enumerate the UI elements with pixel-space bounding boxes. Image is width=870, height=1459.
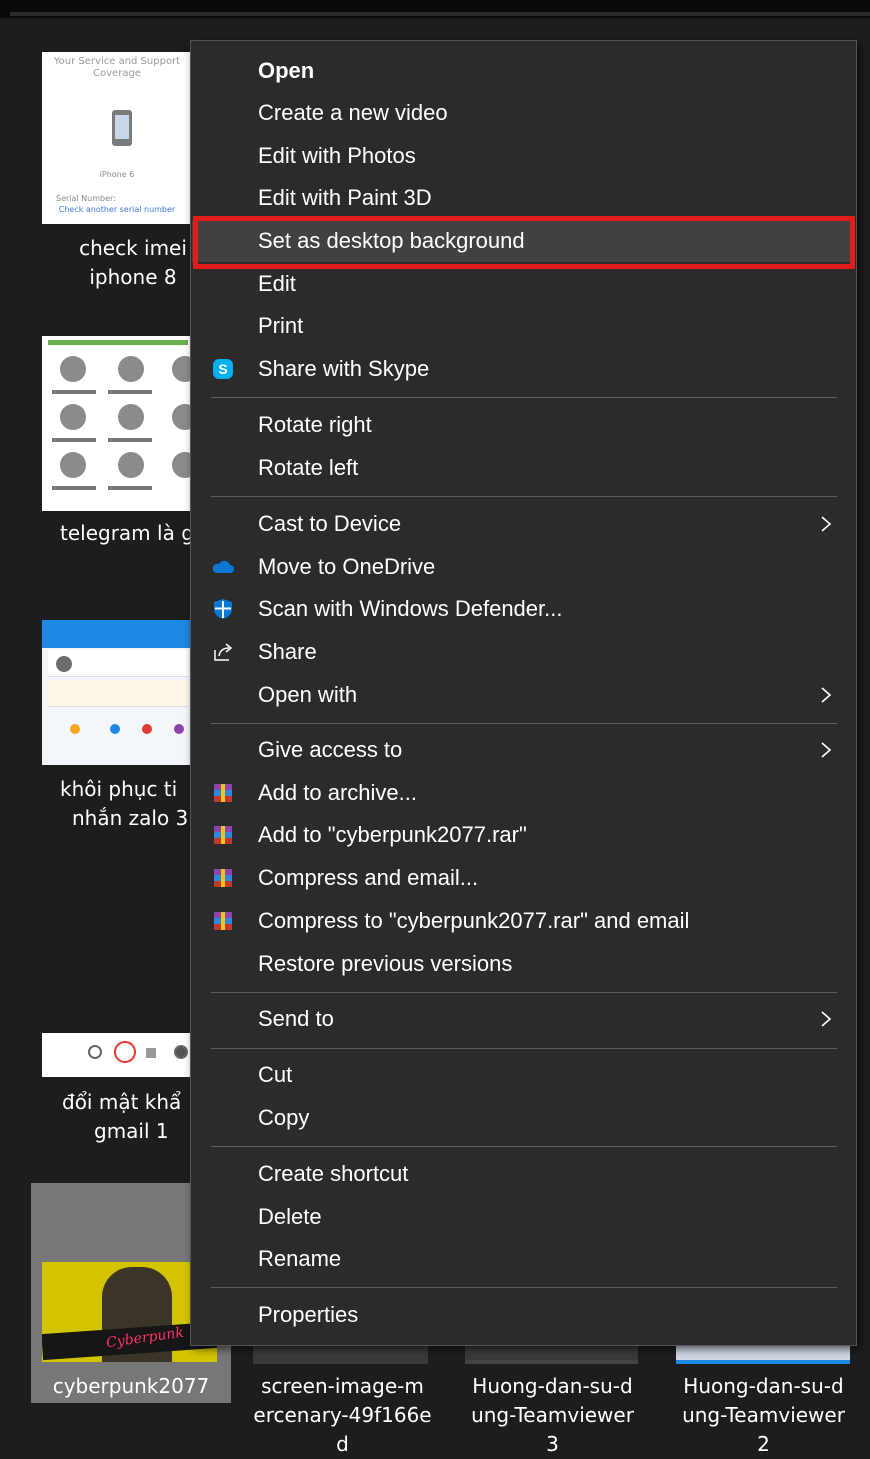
context-menu: Open Create a new video Edit with Photos… bbox=[190, 40, 857, 1346]
menu-item-label: Compress and email... bbox=[258, 865, 479, 890]
menu-item-label: Delete bbox=[258, 1204, 322, 1229]
thumbnail-phone-name: iPhone 6 bbox=[99, 170, 135, 179]
menu-item-restore-previous-versions[interactable]: Restore previous versions bbox=[192, 943, 855, 985]
menu-item-share-with-skype[interactable]: S Share with Skype bbox=[192, 348, 855, 390]
menu-item-label: Cut bbox=[258, 1062, 293, 1087]
chevron-right-icon bbox=[821, 687, 832, 703]
menu-item-label: Open bbox=[258, 58, 315, 83]
menu-item-rename[interactable]: Rename bbox=[192, 1238, 855, 1280]
thumbnail-check-link: Check another serial number bbox=[58, 205, 176, 214]
file-label[interactable]: Huong-dan-su-d ung-Teamviewer 2 bbox=[666, 1372, 861, 1459]
windows-defender-shield-icon bbox=[214, 599, 232, 619]
menu-item-label: Add to "cyberpunk2077.rar" bbox=[258, 822, 527, 847]
menu-item-label: Create a new video bbox=[258, 100, 448, 125]
menu-item-edit-with-photos[interactable]: Edit with Photos bbox=[192, 135, 855, 177]
menu-item-label: Compress to "cyberpunk2077.rar" and emai… bbox=[258, 908, 690, 933]
skype-icon: S bbox=[213, 359, 233, 379]
menu-separator bbox=[211, 723, 837, 724]
menu-item-rotate-right[interactable]: Rotate right bbox=[192, 404, 855, 446]
menu-item-label: Rename bbox=[258, 1246, 342, 1271]
menu-item-label: Properties bbox=[258, 1302, 359, 1327]
winrar-icon bbox=[214, 784, 232, 802]
thumbnail-serial: Serial Number: bbox=[56, 194, 116, 203]
menu-item-label: Rotate right bbox=[258, 412, 372, 437]
file-label[interactable]: Huong-dan-su-d ung-Teamviewer 3 bbox=[455, 1372, 650, 1459]
file-thumbnail-gmail[interactable] bbox=[42, 1033, 192, 1077]
menu-item-label: Open with bbox=[258, 682, 358, 707]
menu-item-label: Cast to Device bbox=[258, 511, 402, 536]
menu-item-label: Set as desktop background bbox=[258, 228, 525, 253]
menu-item-compress-to-rar-and-email[interactable]: Compress to "cyberpunk2077.rar" and emai… bbox=[192, 900, 855, 942]
menu-item-add-to-rar[interactable]: Add to "cyberpunk2077.rar" bbox=[192, 814, 855, 856]
winrar-icon bbox=[214, 912, 232, 930]
menu-item-copy[interactable]: Copy bbox=[192, 1097, 855, 1139]
menu-item-properties[interactable]: Properties bbox=[192, 1294, 855, 1336]
menu-separator bbox=[211, 496, 837, 497]
menu-item-set-as-desktop-background[interactable]: Set as desktop background bbox=[192, 220, 855, 262]
file-label[interactable]: check imei iphone 8 bbox=[58, 234, 208, 292]
chevron-right-icon bbox=[821, 516, 832, 532]
menu-item-label: Edit with Photos bbox=[258, 143, 416, 168]
file-label[interactable]: telegram là g bbox=[60, 519, 200, 548]
file-thumbnail-check-imei[interactable]: Your Service and Support Coverage iPhone… bbox=[42, 52, 192, 224]
menu-item-share[interactable]: Share bbox=[192, 631, 855, 673]
menu-item-label: Print bbox=[258, 313, 304, 338]
menu-item-move-to-onedrive[interactable]: Move to OneDrive bbox=[192, 546, 855, 588]
menu-item-compress-and-email[interactable]: Compress and email... bbox=[192, 857, 855, 899]
menu-item-cut[interactable]: Cut bbox=[192, 1054, 855, 1096]
menu-item-add-to-archive[interactable]: Add to archive... bbox=[192, 772, 855, 814]
menu-item-create-shortcut[interactable]: Create shortcut bbox=[192, 1153, 855, 1195]
menu-item-create-new-video[interactable]: Create a new video bbox=[192, 92, 855, 134]
menu-item-label: Copy bbox=[258, 1105, 310, 1130]
winrar-icon bbox=[214, 869, 232, 887]
menu-item-edit-with-paint-3d[interactable]: Edit with Paint 3D bbox=[192, 177, 855, 219]
menu-item-edit[interactable]: Edit bbox=[192, 263, 855, 305]
share-icon bbox=[214, 643, 233, 661]
menu-item-label: Give access to bbox=[258, 737, 403, 762]
menu-separator bbox=[211, 1146, 837, 1147]
thumbnail-caption: Your Service and Support Coverage bbox=[53, 56, 181, 79]
menu-item-label: Scan with Windows Defender... bbox=[258, 596, 563, 621]
menu-item-open[interactable]: Open bbox=[192, 50, 855, 92]
menu-separator bbox=[211, 1048, 837, 1049]
menu-separator bbox=[211, 1287, 837, 1288]
menu-item-open-with[interactable]: Open with bbox=[192, 674, 855, 716]
file-label[interactable]: đổi mật khẩ gmail 1 bbox=[62, 1088, 202, 1146]
top-bar bbox=[0, 0, 870, 18]
menu-item-label: Move to OneDrive bbox=[258, 554, 436, 579]
onedrive-cloud-icon bbox=[212, 560, 234, 573]
menu-item-rotate-left[interactable]: Rotate left bbox=[192, 447, 855, 489]
file-label[interactable]: cyberpunk2077 bbox=[31, 1372, 231, 1401]
menu-item-give-access-to[interactable]: Give access to bbox=[192, 729, 855, 771]
menu-item-scan-with-windows-defender[interactable]: Scan with Windows Defender... bbox=[192, 588, 855, 630]
menu-item-label: Share with Skype bbox=[258, 356, 430, 381]
menu-item-label: Share bbox=[258, 639, 317, 664]
file-thumbnail-zalo[interactable] bbox=[42, 620, 192, 765]
file-label[interactable]: screen-image-m ercenary-49f166e d bbox=[245, 1372, 440, 1459]
menu-item-delete[interactable]: Delete bbox=[192, 1196, 855, 1238]
menu-separator bbox=[211, 397, 837, 398]
winrar-icon bbox=[214, 826, 232, 844]
file-thumbnail-telegram[interactable] bbox=[42, 336, 192, 511]
menu-item-label: Rotate left bbox=[258, 455, 359, 480]
menu-item-label: Create shortcut bbox=[258, 1161, 409, 1186]
menu-item-label: Restore previous versions bbox=[258, 951, 513, 976]
iphone-image bbox=[112, 110, 132, 146]
menu-item-label: Edit bbox=[258, 271, 296, 296]
menu-separator bbox=[211, 992, 837, 993]
menu-item-label: Add to archive... bbox=[258, 780, 417, 805]
chevron-right-icon bbox=[821, 742, 832, 758]
menu-item-print[interactable]: Print bbox=[192, 305, 855, 347]
menu-item-label: Send to bbox=[258, 1006, 334, 1031]
chevron-right-icon bbox=[821, 1011, 832, 1027]
svg-text:S: S bbox=[218, 361, 227, 377]
menu-item-label: Edit with Paint 3D bbox=[258, 185, 432, 210]
menu-item-send-to[interactable]: Send to bbox=[192, 998, 855, 1040]
file-label[interactable]: khôi phục ti nhắn zalo 3 bbox=[60, 775, 200, 833]
menu-item-cast-to-device[interactable]: Cast to Device bbox=[192, 503, 855, 545]
